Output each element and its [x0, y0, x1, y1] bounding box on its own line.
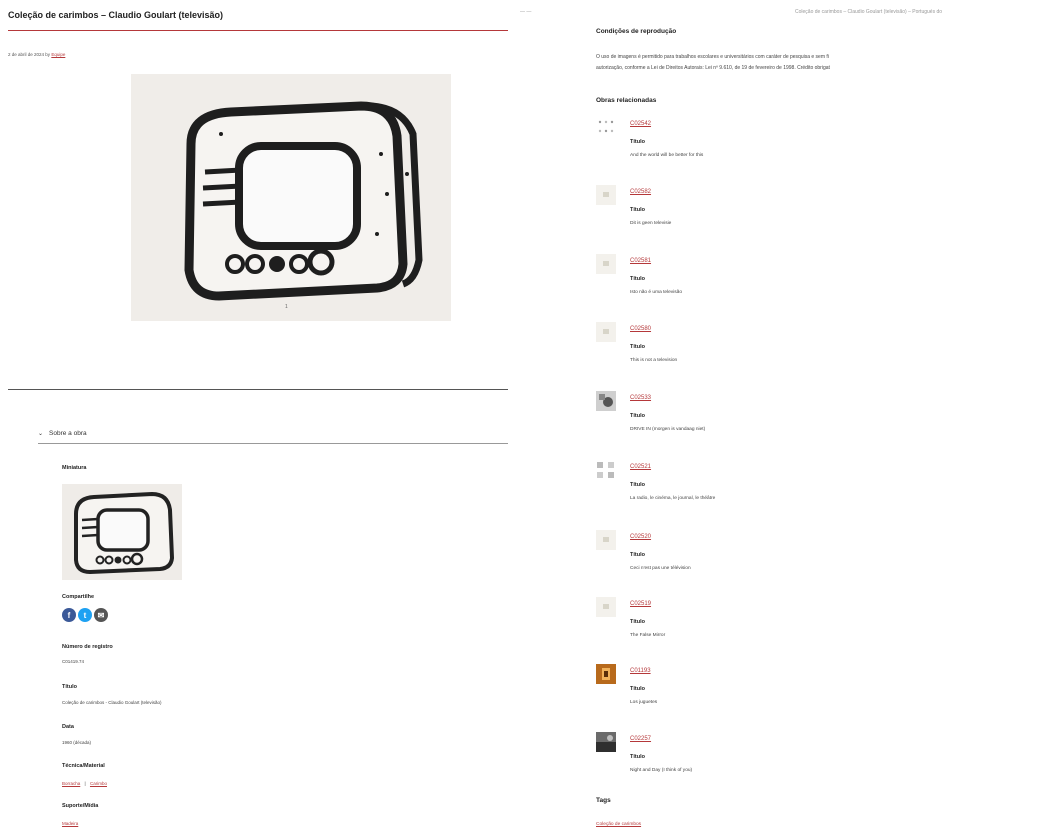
related-thumbnail — [596, 732, 616, 752]
related-title-label: Título — [630, 552, 645, 558]
tecnica-label: Técnica/Material — [62, 763, 105, 769]
accordion-divider — [38, 443, 508, 444]
related-thumbnail — [596, 460, 616, 480]
facebook-icon[interactable]: f — [62, 608, 76, 622]
related-title-value: This is not a television — [630, 358, 678, 363]
twitter-icon[interactable]: t — [78, 608, 92, 622]
conditions-title: Condições de reprodução — [596, 28, 677, 35]
related-thumbnail — [596, 530, 616, 550]
suporte-link-madeira[interactable]: Madeira — [62, 821, 78, 826]
related-thumbnail — [596, 254, 616, 274]
related-code-link[interactable]: C02521 — [630, 464, 651, 470]
artwork-thumbnail[interactable] — [62, 484, 182, 580]
related-title-label: Título — [630, 686, 645, 692]
related-item[interactable]: C02519 Título The False Mirror — [596, 597, 1026, 657]
section-divider — [8, 389, 508, 390]
registro-value: C01419.74 — [62, 659, 85, 664]
conditions-line-1: O uso de imagens é permitido para trabal… — [596, 54, 829, 60]
titulo-value: Coleção de carimbos - Claudio Goulart (t… — [62, 700, 162, 705]
title-divider — [8, 30, 508, 31]
related-thumbnail — [596, 597, 616, 617]
related-item[interactable]: C02581 Título Isto não é uma televisão — [596, 254, 1026, 314]
related-title-label: Título — [630, 482, 645, 488]
top-edge-fragment: — — — [520, 9, 532, 15]
related-code-link[interactable]: C02580 — [630, 326, 651, 332]
related-title-value: Ceci n'est pas une télévision — [630, 566, 691, 571]
artwork-side-column: — — Coleção de carimbos – Claudio Goular… — [520, 0, 1041, 830]
related-title-value: And the world will be better for this — [630, 153, 704, 158]
related-item[interactable]: C02521 Título La radio, le cinéma, le jo… — [596, 460, 1026, 520]
artwork-main-column: Coleção de carimbos – Claudio Goulart (t… — [0, 0, 520, 830]
related-title-value: DRIVE IN (morgen is vandaag niet) — [630, 427, 706, 432]
suporte-value: Madeira — [62, 821, 78, 826]
related-item[interactable]: C01193 Título Los juguetes — [596, 664, 1026, 724]
related-title-label: Título — [630, 276, 645, 282]
accordion-sobre-a-obra[interactable]: ⌄ Sobre a obra — [38, 430, 87, 437]
data-value: 1960 (década) — [62, 740, 92, 745]
tags-title: Tags — [596, 797, 611, 804]
related-code-link[interactable]: C02533 — [630, 395, 651, 401]
titulo-label: Título — [62, 684, 77, 690]
data-label: Data — [62, 724, 74, 730]
related-thumbnail — [596, 664, 616, 684]
tecnica-values: Borracha | Carimbo — [62, 781, 107, 786]
related-code-link[interactable]: C02519 — [630, 601, 651, 607]
email-icon[interactable]: ✉ — [94, 608, 108, 622]
registro-label: Número de registro — [62, 644, 113, 650]
related-item[interactable]: C02582 Título Dit is geen televisie — [596, 185, 1026, 245]
related-thumbnail — [596, 117, 616, 137]
tecnica-link-carimbo[interactable]: Carimbo — [90, 781, 107, 786]
related-code-link[interactable]: C02582 — [630, 189, 651, 195]
related-title-label: Título — [630, 619, 645, 625]
related-code-link[interactable]: C02257 — [630, 736, 651, 742]
related-title-value: The False Mirror — [630, 633, 666, 638]
artwork-image[interactable] — [131, 74, 451, 321]
related-item[interactable]: C02520 Título Ceci n'est pas une télévis… — [596, 530, 1026, 590]
related-title-value: La radio, le cinéma, le journal, le théâ… — [630, 496, 716, 501]
image-index: 1 — [285, 304, 288, 310]
tecnica-link-borracha[interactable]: Borracha — [62, 781, 80, 786]
tecnica-separator: | — [84, 781, 86, 786]
related-item[interactable]: C02533 Título DRIVE IN (morgen is vandaa… — [596, 391, 1026, 451]
page-title: Coleção de carimbos – Claudio Goulart (t… — [8, 10, 224, 20]
related-title-value: Isto não é uma televisão — [630, 290, 682, 295]
share-buttons: f t ✉ — [62, 608, 108, 622]
post-meta: 2 de abril de 2024 by Equipe — [8, 52, 65, 57]
related-title-label: Título — [630, 413, 645, 419]
related-item[interactable]: C02580 Título This is not a television — [596, 322, 1026, 382]
related-title-value: Dit is geen televisie — [630, 221, 672, 226]
related-code-link[interactable]: C02520 — [630, 534, 651, 540]
conditions-line-2: autorização, conforme a Lei de Direitos … — [596, 65, 830, 71]
related-title: Obras relacionadas — [596, 97, 657, 104]
related-thumbnail — [596, 185, 616, 205]
share-label: Compartilhe — [62, 594, 95, 600]
post-date: 2 de abril de 2024 by — [8, 52, 51, 57]
related-title-value: Los juguetes — [630, 700, 658, 705]
related-thumbnail — [596, 322, 616, 342]
television-thumbnail-illustration — [62, 484, 182, 580]
suporte-label: Suporte/Mídia — [62, 803, 99, 809]
related-title-label: Título — [630, 207, 645, 213]
related-title-label: Título — [630, 139, 645, 145]
related-title-label: Título — [630, 754, 645, 760]
accordion-label: Sobre a obra — [49, 430, 87, 437]
related-item[interactable]: C02542 Título And the world will be bett… — [596, 117, 1026, 177]
miniatura-label: Miniatura — [62, 465, 87, 471]
related-title-value: Night and Day (I think of you) — [630, 768, 693, 773]
chevron-down-icon: ⌄ — [38, 431, 44, 437]
related-thumbnail — [596, 391, 616, 411]
related-code-link[interactable]: C02542 — [630, 121, 651, 127]
related-item[interactable]: C02257 Título Night and Day (I think of … — [596, 732, 1026, 792]
television-stamp-illustration — [131, 74, 451, 321]
tag-link[interactable]: Coleção de carimbos — [596, 822, 641, 827]
related-title-label: Título — [630, 344, 645, 350]
breadcrumb: Coleção de carimbos – Claudio Goulart (t… — [795, 9, 943, 15]
author-link[interactable]: Equipe — [51, 52, 65, 57]
related-code-link[interactable]: C02581 — [630, 258, 651, 264]
related-code-link[interactable]: C01193 — [630, 668, 651, 674]
